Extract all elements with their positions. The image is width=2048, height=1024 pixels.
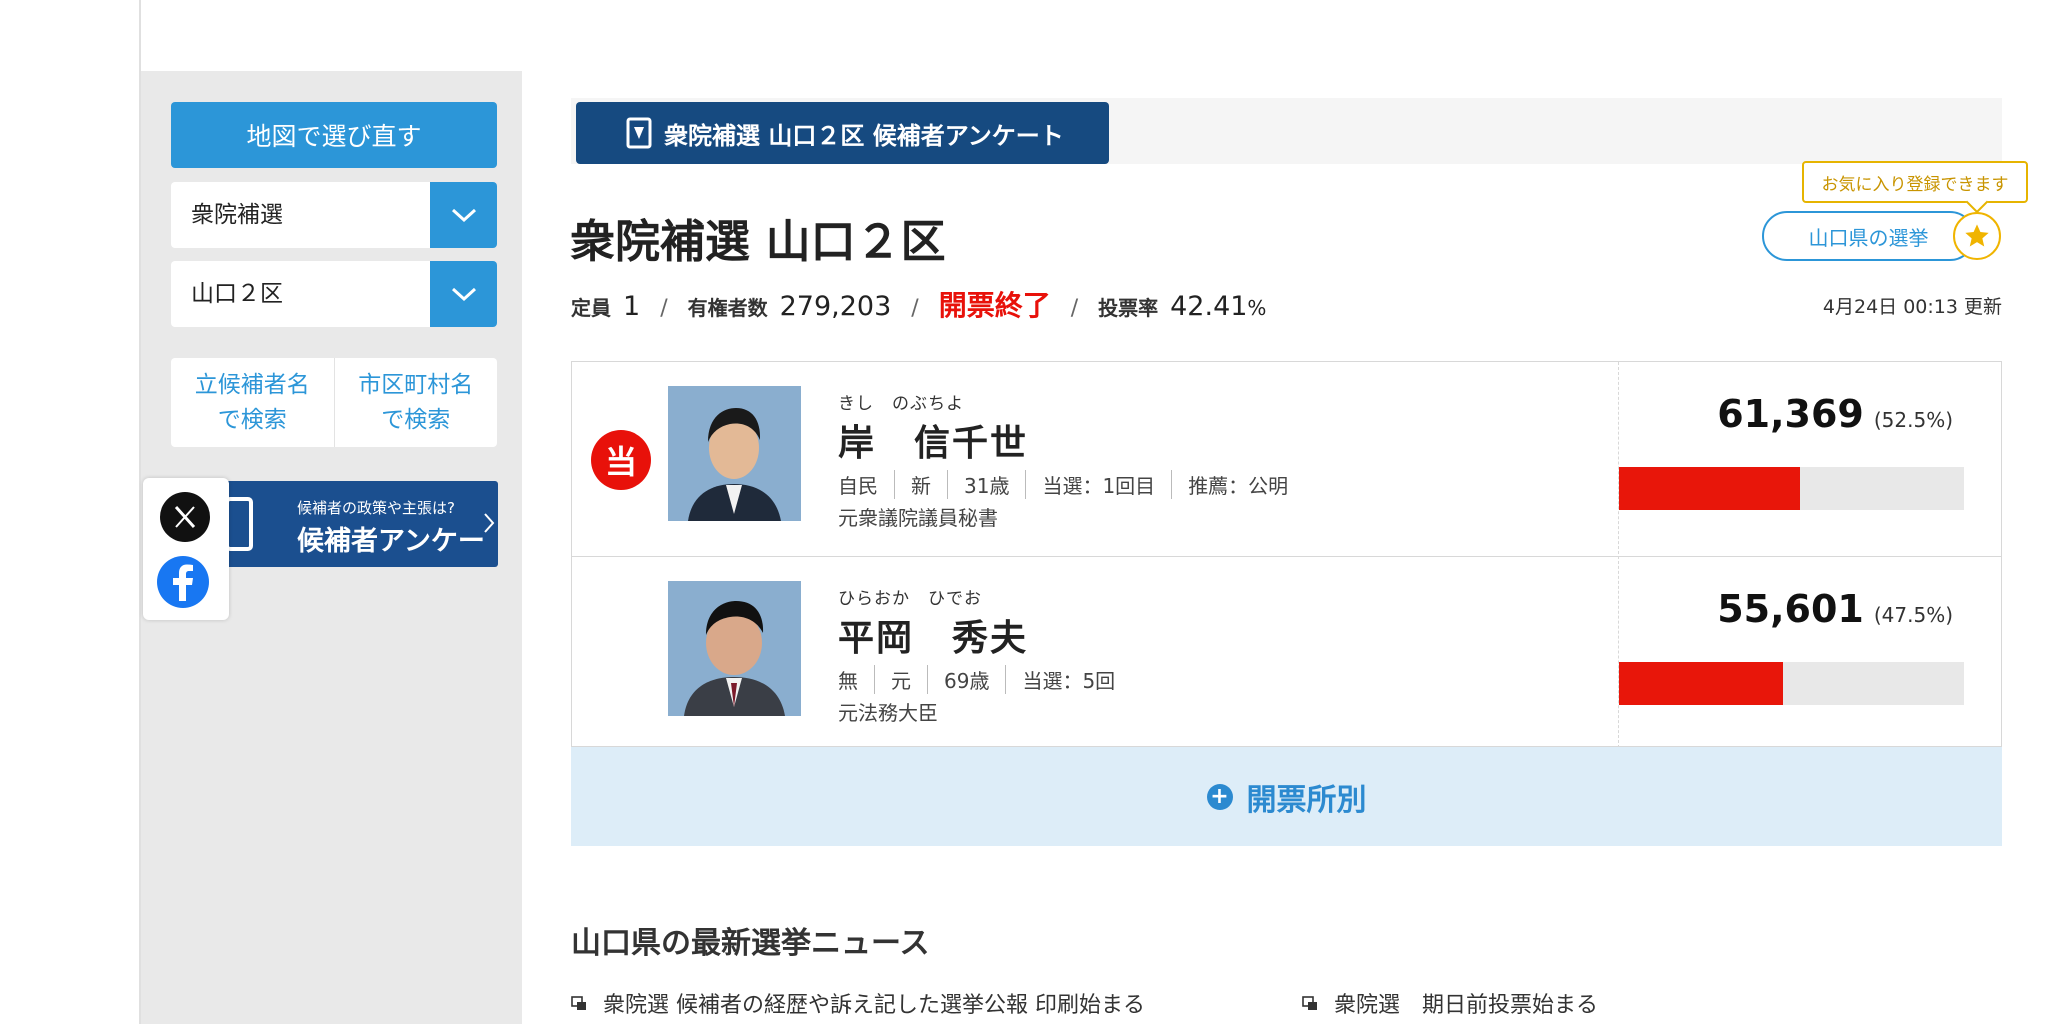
plus-circle-icon: + <box>1206 783 1233 810</box>
candidate-endorsement: 推薦：公明 <box>1171 470 1288 499</box>
x-share-icon[interactable] <box>160 492 210 542</box>
news-link-text: 衆院選 候補者の経歴や訴え記した選挙公報 印刷始まる <box>603 993 1145 1018</box>
vote-total: 61,369 <box>1717 392 1864 436</box>
candidate-meta: 無 元 69歳 当選：5回 <box>838 665 1115 694</box>
candidate-name: 平岡 秀夫 <box>838 618 1029 659</box>
map-reselect-button[interactable]: 地図で選び直す <box>171 102 497 168</box>
candidate-party: 自民 <box>838 474 878 498</box>
turnout-unit: % <box>1247 296 1267 320</box>
news-link[interactable]: 衆院選 期日前投票始まる <box>1302 987 1598 1019</box>
candidate-status: 新 <box>894 470 931 499</box>
news-link[interactable]: 衆院選 候補者の経歴や訴え記した選挙公報 印刷始まる <box>571 987 1145 1019</box>
vote-total: 55,601 <box>1717 587 1864 631</box>
vote-share-fill <box>1619 467 1800 510</box>
news-link-text: 衆院選 期日前投票始まる <box>1334 993 1599 1018</box>
candidate-name: 岸 信千世 <box>838 423 1029 464</box>
search-by-candidate-link[interactable]: 立候補者名 で検索 <box>171 358 334 447</box>
turnout-label: 投票率 <box>1098 296 1159 320</box>
candidate-status: 元 <box>874 665 911 694</box>
search-options: 立候補者名 で検索 市区町村名 で検索 <box>171 358 497 447</box>
election-select-value: 衆院補選 <box>191 202 283 228</box>
page-title: 衆院補選 山口２区 <box>570 215 946 268</box>
candidate-wins: 当選：1回目 <box>1025 470 1155 499</box>
chevron-down-icon[interactable] <box>430 261 497 327</box>
candidate-career: 元衆議院議員秘書 <box>838 506 998 530</box>
seats-value: 1 <box>623 291 641 322</box>
candidate-kana: ひらおか ひでお <box>838 589 982 609</box>
vote-share-fill <box>1619 662 1783 705</box>
vote-count: 61,369 (52.5%) <box>1717 392 1953 436</box>
vote-percentage: (52.5%) <box>1873 408 1953 432</box>
election-stats: 定員 1 / 有権者数 279,203 / 開票終了 / 投票率 42.41 % <box>571 284 1266 324</box>
banner-title: 候補者アンケート <box>297 526 485 567</box>
share-panel <box>143 478 229 620</box>
candidate-career: 元法務大臣 <box>838 701 938 725</box>
search-by-city-link[interactable]: 市区町村名 で検索 <box>333 358 498 447</box>
candidate-photo <box>668 581 801 716</box>
stats-separator: / <box>660 296 668 321</box>
chevron-right-icon <box>484 513 495 533</box>
vote-share-bar <box>1619 467 1964 510</box>
search-city-line1: 市区町村名 <box>358 371 474 398</box>
search-candidate-line1: 立候補者名 <box>194 371 310 398</box>
news-section-title: 山口県の最新選挙ニュース <box>571 926 930 961</box>
results-table: 当 きし のぶちよ 岸 信千世 自民 新 31歳 当選：1回目 推薦：公明 元衆… <box>571 361 2002 750</box>
district-select[interactable]: 山口２区 <box>171 261 497 327</box>
seats-label: 定員 <box>571 296 611 320</box>
vote-count: 55,601 (47.5%) <box>1717 587 1953 631</box>
facebook-share-icon[interactable] <box>157 556 209 608</box>
updated-timestamp: 4月24日 00:13 更新 <box>1822 296 2002 318</box>
search-candidate-line2: で検索 <box>217 406 287 433</box>
favorite-star-button[interactable] <box>1953 212 2001 260</box>
stats-separator: / <box>1070 296 1079 321</box>
article-icon <box>1302 996 1317 1010</box>
article-icon <box>571 996 586 1010</box>
candidate-meta: 自民 新 31歳 当選：1回目 推薦：公明 <box>838 470 1288 499</box>
candidate-survey-tab[interactable]: 衆院補選 山口２区 候補者アンケート <box>576 102 1109 164</box>
candidate-wins: 当選：5回 <box>1005 665 1115 694</box>
vote-percentage: (47.5%) <box>1873 603 1953 627</box>
turnout-value: 42.41 <box>1170 291 1248 322</box>
candidate-age: 69歳 <box>927 665 989 694</box>
candidate-party: 無 <box>838 669 858 693</box>
candidate-photo <box>668 386 801 521</box>
survey-icon <box>626 117 652 149</box>
winner-badge: 当 <box>591 430 651 490</box>
vote-share-bar <box>1619 662 1964 705</box>
banner-subtitle: 候補者の政策や主張は? <box>297 499 455 517</box>
candidate-row[interactable]: 当 きし のぶちよ 岸 信千世 自民 新 31歳 当選：1回目 推薦：公明 元衆… <box>572 362 2001 556</box>
candidate-age: 31歳 <box>947 470 1009 499</box>
star-icon <box>1965 224 1989 247</box>
stats-separator: / <box>911 296 919 321</box>
candidate-row[interactable]: ひらおか ひでお 平岡 秀夫 無 元 69歳 当選：5回 元法務大臣 55,60… <box>572 556 2001 750</box>
prefecture-elections-button[interactable]: 山口県の選挙 <box>1762 211 1975 261</box>
by-polling-station-button[interactable]: + 開票所別 <box>571 747 2002 846</box>
favorite-tooltip: お気に入り登録できます <box>1802 161 2028 203</box>
by-polling-station-label: 開票所別 <box>1246 782 1367 818</box>
candidate-kana: きし のぶちよ <box>838 394 965 414</box>
district-select-value: 山口２区 <box>191 281 283 307</box>
candidate-survey-banner[interactable]: 候補者の政策や主張は? 候補者アンケート <box>213 481 498 567</box>
search-city-line2: で検索 <box>381 406 451 433</box>
survey-tab-label: 衆院補選 山口２区 候補者アンケート <box>664 121 1064 150</box>
chevron-down-icon[interactable] <box>430 182 497 248</box>
voters-value: 279,203 <box>779 291 892 322</box>
voters-label: 有権者数 <box>687 296 768 320</box>
election-select[interactable]: 衆院補選 <box>171 182 497 248</box>
count-status: 開票終了 <box>938 289 1051 322</box>
